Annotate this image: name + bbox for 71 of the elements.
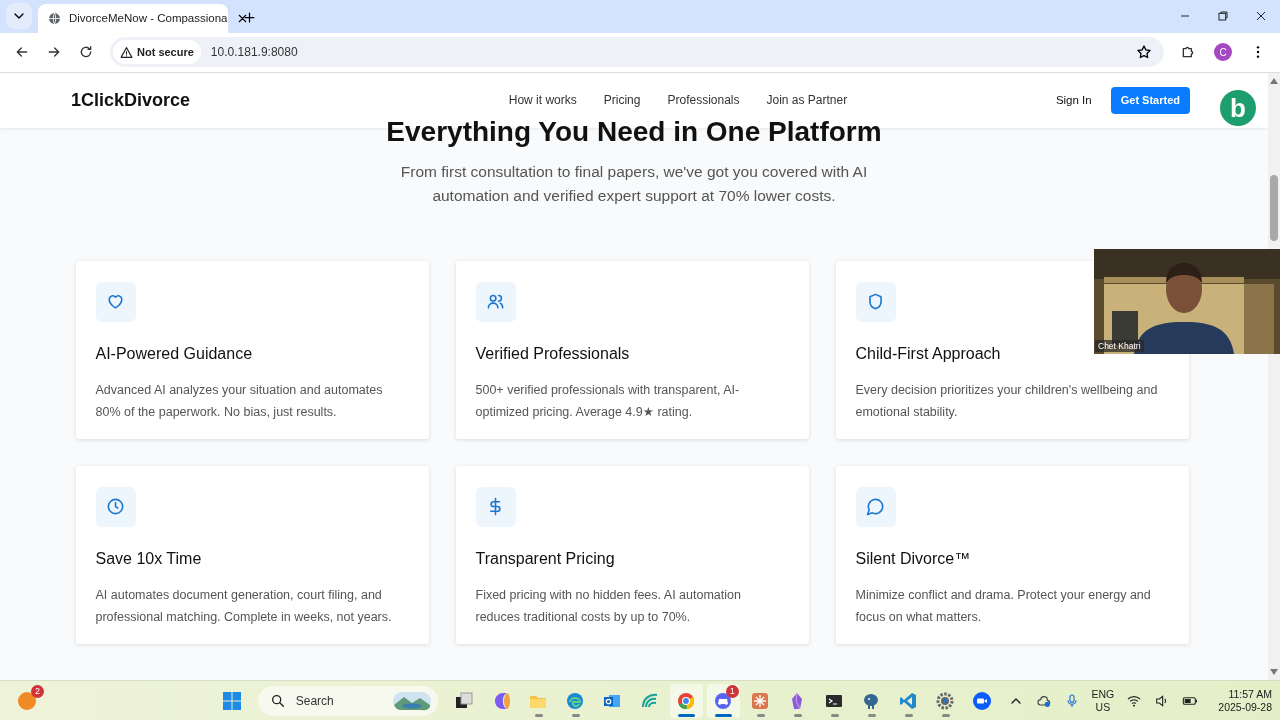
landscape-icon <box>391 690 432 711</box>
edge-icon <box>565 690 586 711</box>
running-indicator <box>534 713 543 717</box>
notification-badge: 2 <box>31 684 44 698</box>
running-indicator <box>756 713 765 717</box>
security-chip[interactable]: Not secure <box>113 40 201 65</box>
task-view-icon <box>454 690 475 711</box>
chrome-icon <box>676 690 697 711</box>
region-label: US <box>1095 700 1111 714</box>
nav-link[interactable]: Professionals <box>667 93 740 108</box>
security-label: Not secure <box>137 46 194 59</box>
running-indicator <box>941 713 950 717</box>
heart-icon <box>106 292 125 312</box>
feature-title: AI-Powered Guidance <box>95 344 253 363</box>
game-controller-icon <box>713 690 734 711</box>
video-camera-icon <box>972 690 993 711</box>
get-started-button[interactable]: Get Started <box>1110 86 1190 114</box>
sparkle-app-icon <box>750 690 771 711</box>
site-logo[interactable]: 1ClickDivorce <box>71 89 191 111</box>
feature-title: Transparent Pricing <box>475 549 615 568</box>
nav-link[interactable]: Join as Partner <box>766 93 848 108</box>
running-indicator <box>830 713 839 717</box>
tab-title: DivorceMeNow - Compassiona <box>69 12 228 25</box>
feature-description: Advanced AI analyzes your situation and automates 80% of the paperwork. No bias, just results. <box>95 381 384 421</box>
nav-link[interactable]: How it works <box>508 93 577 108</box>
clock-icon <box>106 497 125 517</box>
running-indicator <box>677 713 695 717</box>
section-subtitle: From first consultation to final papers, we've got you covered with AI automation and verified expert support at 70% lower costs. <box>399 161 869 206</box>
scroll-thumb[interactable] <box>1270 174 1278 241</box>
language-label: ENG <box>1091 687 1115 701</box>
feature-title: Verified Professionals <box>475 344 630 363</box>
date-label: 2025-09-28 <box>1218 700 1272 714</box>
star-icon[interactable] <box>1136 44 1152 61</box>
feature-description: Every decision prioritizes your children's wellbeing and emotional stability. <box>855 381 1159 421</box>
url-text: 10.0.181.9:8080 <box>210 45 298 60</box>
running-indicator <box>571 713 580 717</box>
running-indicator <box>867 713 876 717</box>
globe-icon <box>48 11 61 25</box>
running-indicator <box>793 713 802 717</box>
feature-title: Child-First Approach <box>855 344 1001 363</box>
tab-list-button[interactable] <box>6 2 32 29</box>
feature-description: Minimize conflict and drama. Protect your energy and focus on what matters. <box>855 586 1152 626</box>
nav-link[interactable]: Pricing <box>603 93 641 108</box>
notification-badge: 1 <box>725 684 739 698</box>
code-editor-icon <box>898 690 919 711</box>
feature-description: AI automates document generation, court filing, and professional matching. Complete in weeks, not years. <box>95 586 393 626</box>
feature-description: Fixed pricing with no hidden fees. AI automation reduces traditional costs by up to 70%. <box>475 586 742 626</box>
circle-app-icon[interactable] <box>17 690 37 711</box>
search-icon <box>269 692 286 709</box>
profile-avatar[interactable]: C <box>1214 43 1232 62</box>
running-indicator <box>904 713 913 717</box>
windows-start-icon[interactable] <box>221 690 242 711</box>
warning-icon <box>120 45 133 59</box>
clock[interactable]: 11:57 AM 2025-09-28 <box>1218 687 1272 714</box>
feature-description: 500+ verified professionals with transparent, AI-optimized pricing. Average 4.9★ rating. <box>475 381 741 421</box>
language-indicator[interactable]: ENG US <box>1091 687 1115 714</box>
time-label: 11:57 AM <box>1228 687 1272 701</box>
plus-icon[interactable] <box>242 9 257 25</box>
taskbar-app[interactable]: 1 <box>706 683 740 718</box>
users-icon <box>486 292 505 312</box>
feature-title: Save 10x Time <box>95 549 202 568</box>
taskbar-search-field[interactable]: Search <box>257 685 438 716</box>
search-placeholder: Search <box>295 693 334 708</box>
shield-icon <box>866 292 885 312</box>
feature-title: Silent Divorce™ <box>855 549 971 568</box>
running-indicator <box>714 713 732 717</box>
chat-bubble-icon <box>866 497 885 517</box>
section-heading: Everything You Need in One Platform <box>386 115 882 148</box>
address-bar[interactable]: Not secure 10.0.181.9:8080 <box>110 37 1164 68</box>
settings-icon <box>935 690 956 711</box>
sign-in-link[interactable]: Sign In <box>1055 94 1092 107</box>
